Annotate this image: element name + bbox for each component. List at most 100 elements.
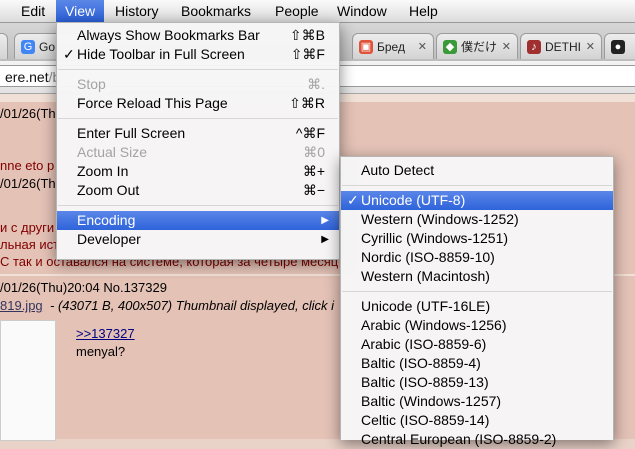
menu-item-zoom-in[interactable]: Zoom In ⌘+ [57, 162, 339, 181]
menu-item-baltic-iso-8859-13[interactable]: Baltic (ISO-8859-13) [341, 373, 613, 392]
menu-item-developer[interactable]: Developer ▶ [57, 230, 339, 249]
menu-item-label: Force Reload This Page [77, 95, 228, 111]
menu-item-label: Stop [77, 76, 106, 92]
tab-bokudake[interactable]: ◆ 僕だけ ✕ [436, 33, 518, 59]
menu-item-label: Baltic (Windows-1257) [361, 393, 502, 409]
close-icon[interactable]: ✕ [0, 34, 1, 59]
menu-item-hide-toolbar-in-full-screen[interactable]: ✓ Hide Toolbar in Full Screen ⇧⌘F [57, 45, 339, 64]
checkmark-icon: ✓ [63, 46, 75, 62]
menu-separator [58, 205, 338, 206]
menu-item-label: Auto Detect [361, 162, 435, 178]
menu-item-label: Zoom In [77, 163, 129, 179]
menu-item-auto-detect[interactable]: Auto Detect [341, 161, 613, 180]
menu-item-western-macintosh[interactable]: Western (Macintosh) [341, 267, 613, 286]
tab-partial[interactable]: ✕ [0, 33, 8, 59]
menu-item-unicode-utf-16le[interactable]: Unicode (UTF-16LE) [341, 297, 613, 316]
menu-item-baltic-windows-1257[interactable]: Baltic (Windows-1257) [341, 392, 613, 411]
close-icon[interactable]: ✕ [502, 34, 511, 59]
shortcut-label: ⇧⌘B [289, 27, 325, 43]
menu-view[interactable]: View [56, 0, 105, 22]
file-link[interactable]: 819.jpg [0, 298, 43, 313]
tab-title: Go [39, 40, 56, 54]
post-text: и с други [0, 220, 55, 235]
post-header: /01/26(Thu)20:04 No.137329 [0, 280, 167, 295]
menu-item-label: Encoding [77, 212, 136, 228]
menu-item-celtic-iso-8859-14[interactable]: Celtic (ISO-8859-14) [341, 411, 613, 430]
encoding-submenu: Auto Detect ✓ Unicode (UTF-8) Western (Wind… [340, 156, 614, 447]
menu-item-stop: Stop ⌘. [57, 75, 339, 94]
menu-item-label: Western (Macintosh) [361, 268, 490, 284]
tab-dethi[interactable]: ♪ DETHI ✕ [520, 33, 602, 59]
view-menu: Always Show Bookmarks Bar ⇧⌘B ✓ Hide Toolba… [56, 22, 340, 260]
menu-bookmarks[interactable]: Bookmarks [172, 0, 260, 22]
menu-item-label: Unicode (UTF-8) [361, 192, 466, 208]
menu-item-label: Nordic (ISO-8859-10) [361, 249, 495, 265]
space-invader-icon: ◆ [443, 40, 457, 54]
tab-bred[interactable]: ▣ Бред ✕ [352, 33, 434, 59]
menu-item-unicode-utf-8[interactable]: ✓ Unicode (UTF-8) [341, 191, 613, 210]
menu-item-label: Developer [77, 231, 141, 247]
tab-title: DETHI [545, 40, 581, 54]
menu-item-enter-full-screen[interactable]: Enter Full Screen ^⌘F [57, 124, 339, 143]
post-header: /01/26(Th [0, 176, 56, 191]
menu-help[interactable]: Help [400, 0, 447, 22]
post-text: menyal? [76, 344, 126, 359]
shortcut-label: ⌘. [307, 76, 325, 92]
menu-item-label: Unicode (UTF-16LE) [361, 298, 491, 314]
menu-item-label: Arabic (Windows-1256) [361, 317, 507, 333]
menu-people[interactable]: People [266, 0, 328, 22]
quote-link[interactable]: >>137327 [76, 326, 135, 341]
menu-bar: Edit View History Bookmarks People Windo… [0, 0, 635, 23]
menu-item-label: Enter Full Screen [77, 125, 186, 141]
shortcut-label: ⌘0 [303, 144, 325, 160]
submenu-arrow-icon: ▶ [321, 215, 329, 226]
menu-item-nordic-iso-8859-10[interactable]: Nordic (ISO-8859-10) [341, 248, 613, 267]
shortcut-label: ⌘+ [302, 163, 325, 179]
menu-item-label: Actual Size [77, 144, 148, 160]
file-info: - (43071 B, 400x507) Thumbnail displayed… [50, 298, 334, 313]
menu-item-label: Always Show Bookmarks Bar [77, 27, 260, 43]
menu-item-actual-size: Actual Size ⌘0 [57, 143, 339, 162]
post-header: /01/26(Th [0, 106, 56, 121]
menu-separator [58, 118, 338, 119]
menu-history[interactable]: History [106, 0, 168, 22]
google-icon: G [21, 40, 35, 54]
menu-item-baltic-iso-8859-4[interactable]: Baltic (ISO-8859-4) [341, 354, 613, 373]
tab-github[interactable]: ● [604, 33, 635, 59]
shortcut-label: ⇧⌘F [290, 46, 325, 62]
menu-item-label: Central European (ISO-8859-2) [361, 431, 557, 447]
menu-item-force-reload-this-page[interactable]: Force Reload This Page ⇧⌘R [57, 94, 339, 113]
tab-title: 僕だけ [461, 40, 498, 54]
menu-item-label: Zoom Out [77, 182, 140, 198]
menu-item-label: Hide Toolbar in Full Screen [77, 46, 245, 62]
menu-edit[interactable]: Edit [12, 0, 54, 22]
menu-item-label: Baltic (ISO-8859-13) [361, 374, 489, 390]
menu-item-western-windows-1252[interactable]: Western (Windows-1252) [341, 210, 613, 229]
close-icon[interactable]: ✕ [418, 34, 427, 59]
menu-item-arabic-windows-1256[interactable]: Arabic (Windows-1256) [341, 316, 613, 335]
menu-item-central-european-iso-8859-2[interactable]: Central European (ISO-8859-2) [341, 430, 613, 449]
menu-window[interactable]: Window [328, 0, 396, 22]
shortcut-label: ⇧⌘R [289, 95, 325, 111]
menu-item-zoom-out[interactable]: Zoom Out ⌘− [57, 181, 339, 200]
github-icon: ● [611, 40, 625, 54]
shortcut-label: ⌘− [302, 182, 325, 198]
menu-item-cyrillic-windows-1251[interactable]: Cyrillic (Windows-1251) [341, 229, 613, 248]
tab-title: Бред [377, 40, 405, 54]
post-text: nne eto p [0, 158, 55, 173]
gift-icon: ▣ [359, 40, 373, 54]
post-text: льная ист [0, 237, 60, 252]
checkmark-icon: ✓ [347, 192, 359, 208]
close-icon[interactable]: ✕ [586, 34, 595, 59]
menu-separator [342, 291, 612, 292]
menu-item-encoding[interactable]: Encoding ▶ [57, 211, 339, 230]
menu-item-label: Cyrillic (Windows-1251) [361, 230, 509, 246]
menu-item-label: Arabic (ISO-8859-6) [361, 336, 487, 352]
menu-item-label: Baltic (ISO-8859-4) [361, 355, 481, 371]
menu-separator [342, 185, 612, 186]
url-host: ere.net [5, 69, 49, 85]
menu-item-always-show-bookmarks-bar[interactable]: Always Show Bookmarks Bar ⇧⌘B [57, 26, 339, 45]
menu-item-label: Western (Windows-1252) [361, 211, 519, 227]
menu-item-arabic-iso-8859-6[interactable]: Arabic (ISO-8859-6) [341, 335, 613, 354]
thumbnail-image[interactable] [0, 320, 56, 441]
